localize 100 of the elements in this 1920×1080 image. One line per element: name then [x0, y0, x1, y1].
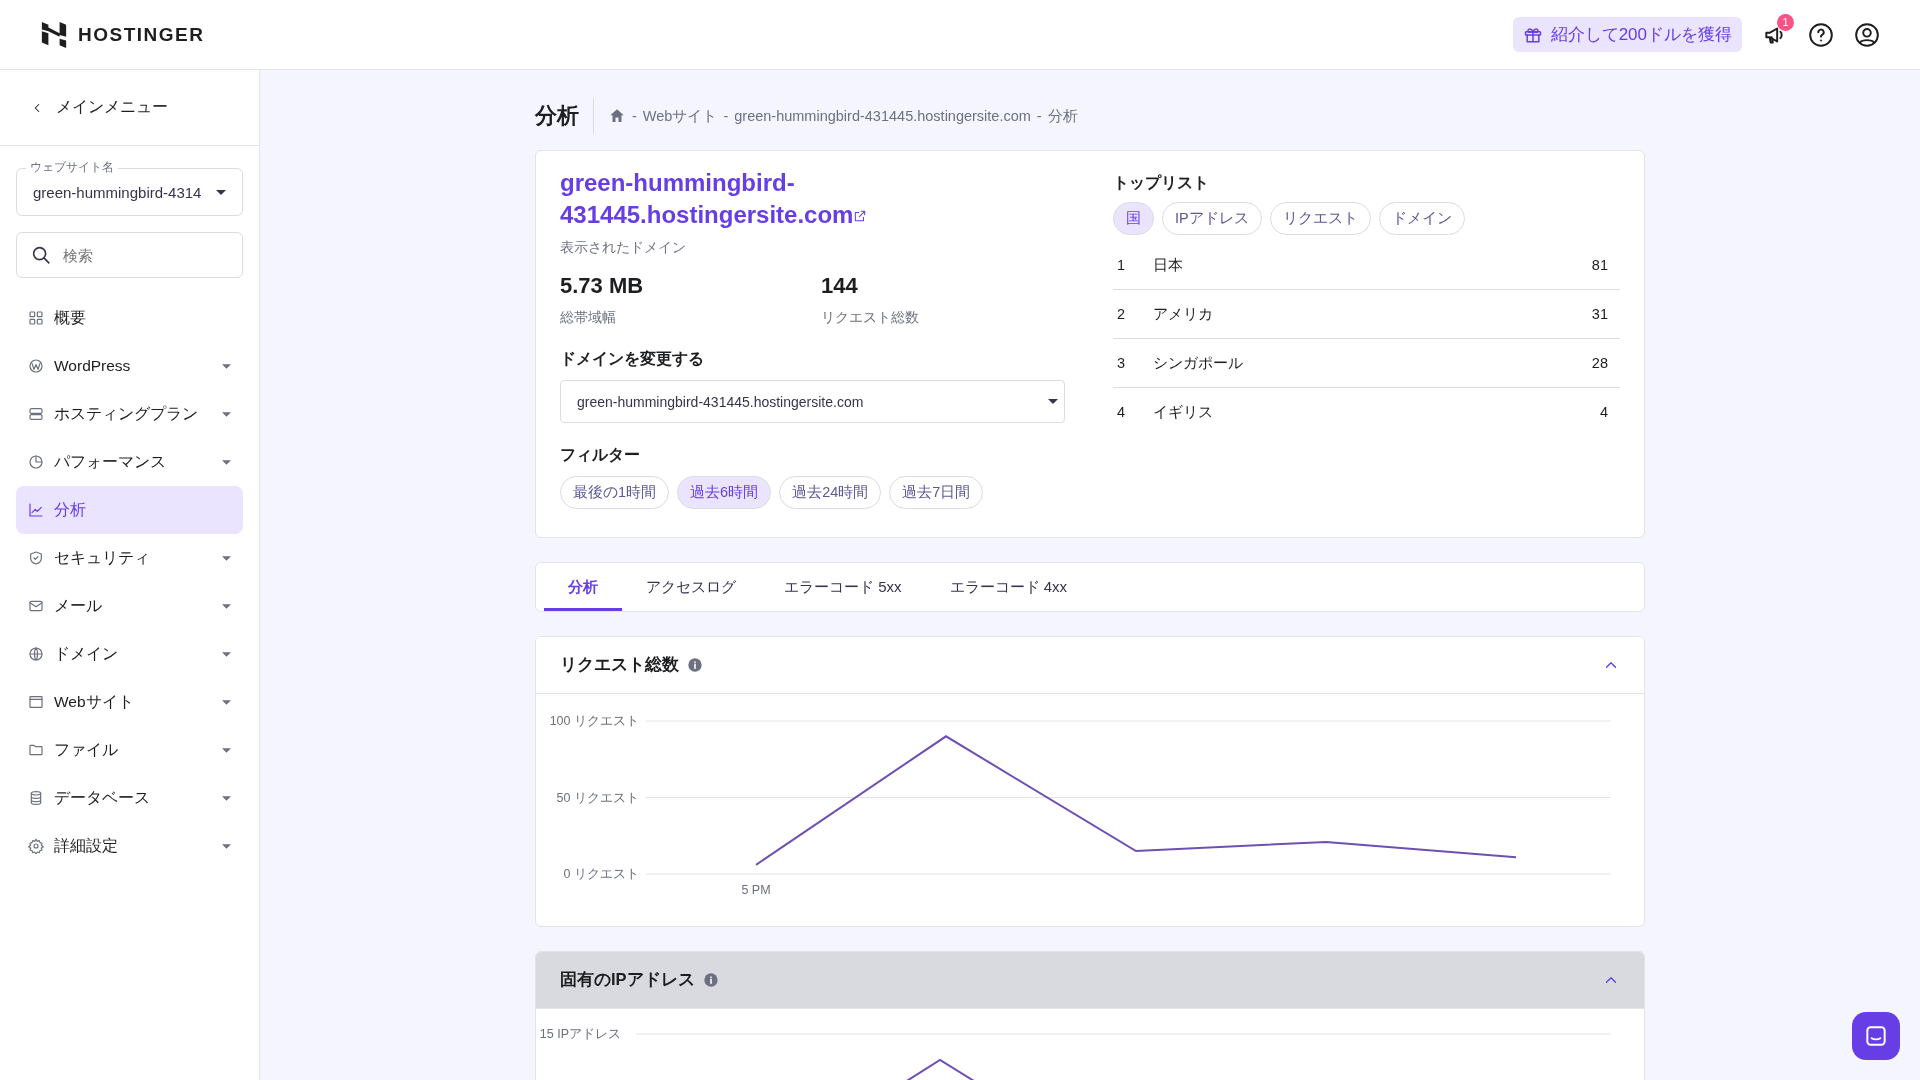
list-tab[interactable]: IPアドレス: [1162, 202, 1262, 235]
caret-icon: [222, 411, 231, 417]
server-icon: [28, 406, 44, 422]
main-menu-link[interactable]: メインメニュー: [0, 70, 259, 146]
gear-icon: [28, 838, 44, 854]
sidebar-item[interactable]: ファイル: [16, 726, 243, 774]
caret-icon: [222, 603, 231, 609]
user-icon: [1854, 21, 1880, 48]
page-title: 分析: [535, 98, 594, 134]
home-icon[interactable]: [608, 107, 626, 125]
help-button[interactable]: [1808, 21, 1834, 48]
country-name: アメリカ: [1153, 304, 1214, 324]
referral-button[interactable]: 紹介して200ドルを獲得: [1512, 17, 1742, 52]
section-heading: ドメインを変更する: [560, 349, 705, 369]
sidebar-item[interactable]: ホスティングプラン: [16, 390, 243, 438]
breadcrumb-link[interactable]: green-hummingbird-431445.hostingersite.com: [734, 108, 1031, 124]
search-icon: [30, 244, 52, 266]
list-tab[interactable]: リクエスト: [1269, 202, 1371, 235]
filter-chip[interactable]: 過去7日間: [889, 476, 984, 509]
axis-label: 0 リクエスト: [563, 867, 639, 881]
caret-icon: [222, 555, 231, 561]
sidebar-item[interactable]: ドメイン: [16, 630, 243, 678]
notification-badge: 1: [1777, 13, 1794, 31]
sidebar-item[interactable]: WordPress: [16, 342, 243, 390]
external-link-icon: [853, 209, 868, 223]
tab[interactable]: エラーコード 4xx: [925, 563, 1092, 611]
sidebar-item[interactable]: 分析: [16, 486, 243, 534]
pie-chart-icon: [28, 454, 44, 470]
axis-label: 50 リクエスト: [556, 790, 639, 805]
chat-button[interactable]: [1852, 1012, 1900, 1060]
chat-icon: [1863, 1023, 1889, 1049]
request-count: 31: [1591, 306, 1608, 322]
filter-chip[interactable]: 過去6時間: [677, 476, 772, 509]
country-name: シンガポール: [1153, 353, 1244, 373]
caret-icon: [222, 651, 231, 657]
account-button[interactable]: [1854, 21, 1880, 48]
caret-icon: [222, 747, 231, 753]
caret-icon: [216, 189, 226, 195]
logo-icon: [40, 19, 68, 50]
tab[interactable]: 分析: [544, 563, 622, 611]
rank-number: 3: [1117, 355, 1127, 371]
caret-icon: [222, 699, 231, 705]
mail-icon: [28, 598, 44, 614]
shield-icon: [28, 550, 44, 566]
tab[interactable]: アクセスログ: [622, 563, 760, 611]
tab[interactable]: エラーコード 5xx: [760, 563, 926, 611]
caret-icon: [222, 459, 231, 465]
country-name: 日本: [1153, 255, 1184, 275]
panel-title: 固有のIPアドレス: [560, 969, 695, 990]
info-icon: [702, 972, 719, 988]
filter-chip[interactable]: 最後の1時間: [560, 476, 670, 509]
sidebar-item[interactable]: パフォーマンス: [16, 438, 243, 486]
folder-icon: [28, 742, 44, 758]
caret-icon: [222, 795, 231, 801]
help-icon: [1808, 21, 1834, 48]
search-field[interactable]: 検索: [16, 232, 243, 278]
stat-label: 総帯域幅: [560, 309, 617, 327]
sidebar-item[interactable]: Webサイト: [16, 678, 243, 726]
rank-number: 4: [1117, 404, 1127, 420]
rank-number: 2: [1117, 306, 1127, 322]
panel-title: リクエスト総数: [560, 654, 679, 675]
globe-icon: [28, 646, 44, 662]
axis-label: 15 IPアドレス: [539, 1027, 621, 1041]
rank-number: 1: [1117, 257, 1127, 273]
stat-value: 144: [821, 272, 859, 300]
caret-icon: [222, 843, 231, 849]
breadcrumb-separator: -: [632, 108, 637, 124]
request-count: 28: [1591, 355, 1608, 371]
domain-caption: 表示されたドメイン: [560, 239, 687, 257]
breadcrumb-link[interactable]: 分析: [1047, 106, 1078, 126]
domain-select[interactable]: green-hummingbird-431445.hostingersite.com: [560, 380, 1065, 423]
axis-label: 100 リクエスト: [549, 714, 639, 728]
list-tab[interactable]: 国: [1113, 202, 1154, 235]
list-tab[interactable]: ドメイン: [1378, 202, 1465, 235]
sidebar-item[interactable]: データベース: [16, 774, 243, 822]
wordpress-icon: [28, 358, 44, 374]
section-heading: フィルター: [560, 445, 641, 465]
breadcrumb-link[interactable]: Webサイト: [642, 106, 718, 126]
country-name: イギリス: [1153, 402, 1214, 422]
request-count: 4: [1599, 404, 1608, 420]
caret-icon: [1048, 399, 1058, 404]
info-icon: [687, 657, 703, 673]
breadcrumb-separator: -: [723, 108, 729, 124]
browser-icon: [28, 694, 44, 710]
axis-label: 5 PM: [741, 883, 771, 897]
domain-link[interactable]: green-hummingbird-431445.hostingersite.com: [560, 167, 1065, 231]
stat-label: リクエスト総数: [821, 309, 920, 327]
grid-icon: [28, 310, 44, 326]
sidebar-item[interactable]: メール: [16, 582, 243, 630]
database-icon: [28, 790, 44, 806]
filter-chip[interactable]: 過去24時間: [779, 476, 882, 509]
stat-value: 5.73 MB: [560, 272, 645, 300]
logo-text: HOSTINGER: [78, 23, 205, 46]
section-heading: トップリスト: [1113, 173, 1210, 193]
sidebar-item[interactable]: 概要: [16, 294, 243, 342]
breadcrumb-separator: -: [1036, 108, 1042, 124]
sidebar-item[interactable]: 詳細設定: [16, 822, 243, 870]
sidebar-item[interactable]: セキュリティ: [16, 534, 243, 582]
chart-icon: [28, 502, 44, 518]
request-count: 81: [1591, 257, 1608, 273]
